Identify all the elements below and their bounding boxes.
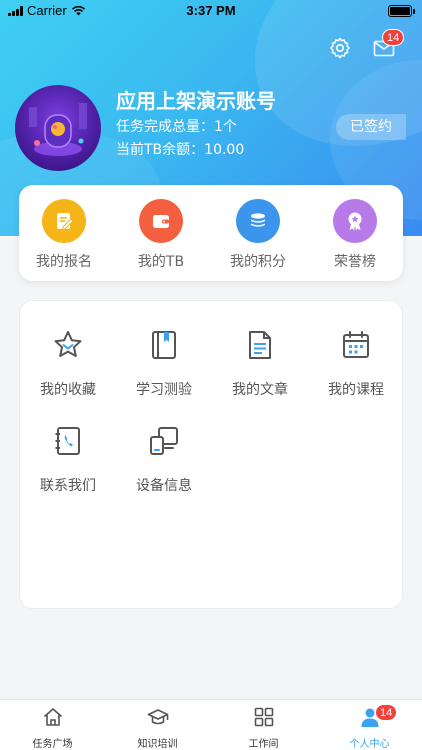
status-bar: Carrier 3:37 PM <box>0 0 422 22</box>
tab-label-task-square: 任务广场 <box>32 739 73 750</box>
quick-item-tb[interactable]: 我的TB <box>116 199 206 271</box>
quick-item-honor[interactable]: 荣誉榜 <box>310 199 400 271</box>
avatar-image <box>29 103 87 156</box>
func-item-quiz[interactable]: 学习测验 <box>116 329 212 399</box>
func-label-courses: 我的课程 <box>328 382 384 398</box>
coins-icon <box>251 213 265 227</box>
home-icon <box>43 708 62 726</box>
func-label-favorites: 我的收藏 <box>40 382 96 398</box>
func-label-articles: 我的文章 <box>232 382 288 398</box>
medal-icon <box>348 212 362 231</box>
function-grid-card: 我的收藏 学习测验 我的文章 我的课程 联系我们 设备信息 <box>19 300 403 609</box>
quick-label-registration: 我的报名 <box>36 254 92 270</box>
tab-bar: 任务广场 知识培训 工作间 个人中心 <box>0 699 422 750</box>
signed-status-badge[interactable]: 已签约 <box>336 114 406 140</box>
settings-button[interactable] <box>328 36 352 60</box>
gear-icon <box>330 37 350 59</box>
star-icon <box>54 331 82 357</box>
book-icon <box>152 331 176 359</box>
quick-label-points: 我的积分 <box>230 254 286 270</box>
tab-workspace[interactable]: 工作间 <box>211 706 316 750</box>
quick-item-registration[interactable]: 我的报名 <box>19 199 109 271</box>
tab-training[interactable]: 知识培训 <box>105 706 210 750</box>
document-icon <box>249 331 271 359</box>
tab-label-workspace: 工作间 <box>248 739 279 750</box>
grid-icon <box>254 707 273 727</box>
tab-task-square[interactable]: 任务广场 <box>0 706 105 750</box>
avatar[interactable] <box>15 85 101 171</box>
calendar-icon <box>343 331 369 358</box>
func-label-quiz: 学习测验 <box>136 382 192 398</box>
tb-balance: 当前TB余额：10.00 <box>116 142 245 158</box>
task-total: 任务完成总量：1个 <box>116 119 237 135</box>
quick-item-points[interactable]: 我的积分 <box>213 199 303 271</box>
battery-icon <box>388 5 415 17</box>
quick-actions-card: 我的报名 我的TB 我的积分 荣誉榜 <box>19 185 403 281</box>
func-label-device-info: 设备信息 <box>136 478 192 494</box>
mail-badge: 14 <box>382 29 405 46</box>
quick-label-honor: 荣誉榜 <box>334 254 376 270</box>
status-time: 3:37 PM <box>186 3 236 18</box>
tab-label-training: 知识培训 <box>137 739 178 750</box>
devices-icon <box>150 427 178 455</box>
func-item-courses[interactable]: 我的课程 <box>308 329 404 399</box>
wallet-icon <box>153 215 169 228</box>
quick-label-tb: 我的TB <box>137 254 185 270</box>
func-item-articles[interactable]: 我的文章 <box>212 329 308 399</box>
phone-book-icon <box>55 427 80 455</box>
func-item-favorites[interactable]: 我的收藏 <box>20 329 116 399</box>
func-item-contact[interactable]: 联系我们 <box>20 425 116 495</box>
account-name: 应用上架演示账号 <box>116 89 276 113</box>
tab-label-profile: 个人中心 <box>349 739 390 750</box>
func-item-device-info[interactable]: 设备信息 <box>116 425 212 495</box>
func-label-contact: 联系我们 <box>40 478 96 494</box>
edit-icon <box>57 213 74 231</box>
tab-profile[interactable]: 个人中心 <box>317 706 422 750</box>
graduation-cap-icon <box>147 709 168 725</box>
tab-profile-badge: 14 <box>375 704 398 721</box>
